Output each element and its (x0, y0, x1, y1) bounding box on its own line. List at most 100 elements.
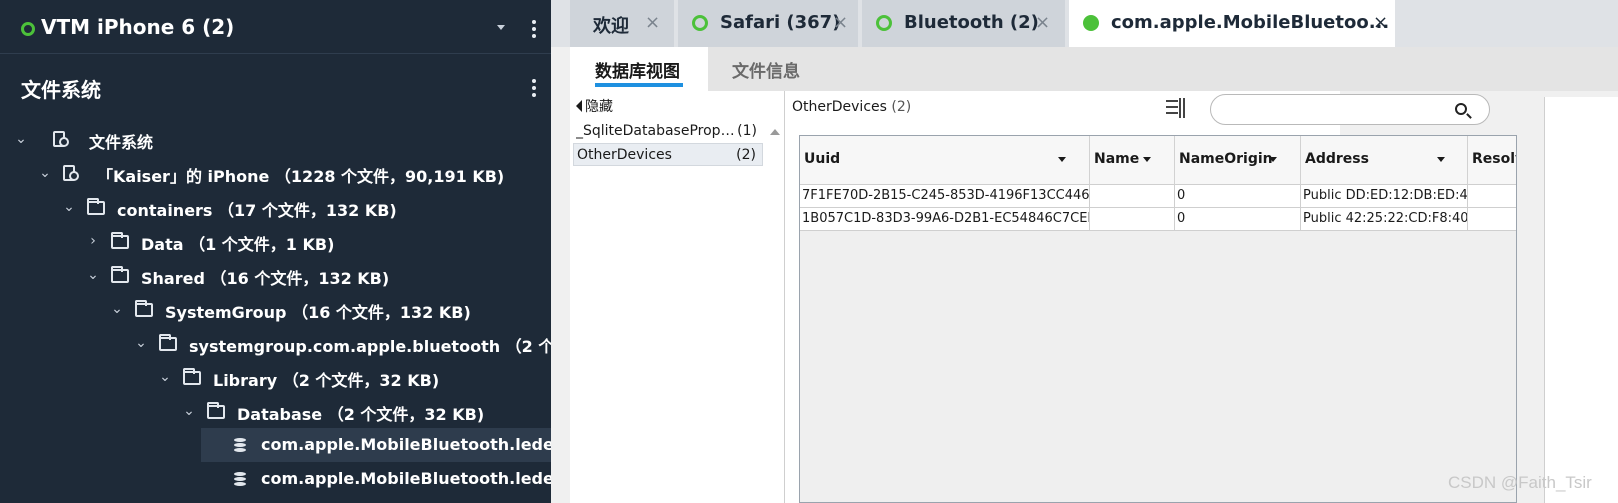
tree-label: systemgroup.com.apple.bluetooth （2 个文件 (189, 337, 551, 356)
tree-row-selected[interactable]: com.apple.MobileBluetooth.ledevic (201, 428, 551, 462)
chevron-down-icon[interactable]: ⌄ (37, 165, 53, 181)
tree-label: SystemGroup （16 个文件，132 KB) (165, 303, 471, 322)
tab-safari[interactable]: Safari (367) × (678, 0, 862, 47)
tree-row[interactable]: › Data （1 个文件，1 KB) (0, 224, 551, 258)
device-name: VTM iPhone 6 (2) (41, 15, 235, 39)
close-icon[interactable]: × (833, 12, 848, 33)
columns-icon[interactable] (1166, 98, 1188, 118)
folder-icon (159, 334, 177, 351)
search-input[interactable] (1225, 100, 1445, 120)
tree-row[interactable]: ⌄ 「Kaiser」的 iPhone （1228 个文件，90,191 KB) (0, 156, 551, 190)
subtab-database-view[interactable]: 数据库视图 (570, 47, 708, 91)
folder-icon (111, 232, 129, 249)
file-system-icon (53, 131, 69, 147)
chevron-down-icon[interactable]: ⌄ (109, 301, 125, 317)
scroll-up-icon[interactable] (770, 129, 780, 135)
cell-nameorigin[interactable]: 0 (1175, 208, 1301, 231)
view-subtabs: 数据库视图 文件信息 (570, 47, 1618, 91)
caret-left-icon (576, 100, 582, 112)
cell-resolv[interactable] (1468, 208, 1516, 231)
cell-name[interactable] (1090, 208, 1175, 231)
cell-name[interactable] (1090, 185, 1175, 208)
tab-label: 欢迎 (593, 16, 629, 37)
tab-mobilebluetooth-db[interactable]: com.apple.MobileBluetoo... × (1069, 0, 1399, 47)
chevron-down-icon[interactable]: ⌄ (13, 131, 29, 147)
tab-bluetooth[interactable]: Bluetooth (2) × (862, 0, 1069, 47)
chevron-down-icon[interactable]: ⌄ (133, 335, 149, 351)
chevron-down-icon[interactable]: ⌄ (157, 369, 173, 385)
tree-row[interactable]: ⌄ 文件系统 (0, 122, 551, 156)
folder-icon (207, 402, 225, 419)
close-icon[interactable]: × (645, 12, 660, 33)
tree-label: Data （1 个文件，1 KB) (141, 235, 335, 254)
cell-uuid[interactable]: 1B057C1D-83D3-99A6-D2B1-EC54846C7CEE (800, 208, 1090, 231)
database-viewer: 隐藏 _SqliteDatabaseProperties (1) OtherDe… (570, 91, 1517, 503)
cell-uuid[interactable]: 7F1FE70D-2B15-C245-853D-4196F13CC446 (800, 185, 1090, 208)
tree-label: Shared （16 个文件，132 KB) (141, 269, 390, 288)
folder-icon (111, 266, 129, 283)
tree-row[interactable]: com.apple.MobileBluetooth.ledevic (0, 462, 551, 496)
chevron-down-icon[interactable]: ⌄ (181, 403, 197, 419)
folder-icon (135, 300, 153, 317)
chevron-right-icon[interactable]: › (85, 233, 101, 249)
column-header-resolv[interactable]: Resolv (1468, 136, 1516, 185)
tree-row[interactable]: ⌄ SystemGroup （16 个文件，132 KB) (0, 292, 551, 326)
chevron-down-icon[interactable]: ⌄ (61, 199, 77, 215)
table-list-item[interactable]: _SqliteDatabaseProperties (1) (573, 120, 763, 143)
cell-address[interactable]: Public 42:25:22:CD:F8:40 (1301, 208, 1468, 231)
table-row[interactable]: 1B057C1D-83D3-99A6-D2B1-EC54846C7CEE 0 P… (800, 208, 1516, 231)
detail-pane (1544, 97, 1618, 503)
panel-menu-icon[interactable] (532, 79, 536, 97)
close-icon[interactable]: × (1035, 12, 1050, 33)
sort-dropdown-icon[interactable] (1058, 157, 1066, 162)
subtab-file-info[interactable]: 文件信息 (708, 47, 818, 91)
tab-welcome[interactable]: 欢迎 × (570, 0, 678, 47)
column-header-name[interactable]: Name (1090, 136, 1175, 185)
cell-resolv[interactable] (1468, 185, 1516, 208)
connected-status-icon (21, 22, 35, 36)
tree-row[interactable]: ⌄ Library （2 个文件，32 KB) (0, 360, 551, 394)
tree-label: Database （2 个文件，32 KB) (237, 405, 485, 424)
grid-header: Uuid Name NameOrigin Address Resolv (800, 136, 1516, 185)
tree-label: com.apple.MobileBluetooth.ledevic (261, 435, 551, 454)
tab-bar: 欢迎 × Safari (367) × Bluetooth (2) × com.… (551, 0, 1618, 47)
tree-row[interactable]: ⌄ containers （17 个文件，132 KB) (0, 190, 551, 224)
panel-title: 文件系统 (21, 78, 101, 102)
data-grid: Uuid Name NameOrigin Address Resolv (799, 135, 1517, 503)
chevron-down-icon[interactable]: ⌄ (85, 267, 101, 283)
tab-label: Safari (367) (720, 12, 841, 33)
tree-row[interactable]: ⌄ Shared （16 个文件，132 KB) (0, 258, 551, 292)
tree-label: com.apple.MobileBluetooth.ledevic (261, 469, 551, 488)
status-dot-icon (1083, 15, 1099, 31)
tree-row[interactable]: ⌄ systemgroup.com.apple.bluetooth （2 个文件 (0, 326, 551, 360)
column-header-address[interactable]: Address (1301, 136, 1468, 185)
device-header[interactable]: VTM iPhone 6 (2) (0, 0, 551, 54)
tree-label: 「Kaiser」的 iPhone （1228 个文件，90,191 KB) (97, 167, 505, 186)
hide-sidebar-toggle[interactable]: 隐藏 (576, 96, 613, 116)
sort-dropdown-icon[interactable] (1269, 157, 1277, 162)
splitter[interactable] (784, 91, 785, 503)
sort-dropdown-icon[interactable] (1437, 157, 1445, 162)
sort-dropdown-icon[interactable] (1143, 157, 1151, 162)
table-row[interactable]: 7F1FE70D-2B15-C245-853D-4196F13CC446 0 P… (800, 185, 1516, 208)
column-header-uuid[interactable]: Uuid (800, 136, 1090, 185)
table-list-item-selected[interactable]: OtherDevices (2) (573, 143, 763, 166)
status-ring-icon (876, 15, 892, 31)
device-menu-icon[interactable] (532, 20, 536, 38)
tree-row[interactable]: ⌄ Database （2 个文件，32 KB) (0, 394, 551, 428)
column-header-nameorigin[interactable]: NameOrigin (1175, 136, 1301, 185)
database-icon (234, 438, 246, 452)
tree-label: containers （17 个文件，132 KB) (117, 201, 397, 220)
cell-address[interactable]: Public DD:ED:12:DB:ED:41 (1301, 185, 1468, 208)
file-tree-panel: VTM iPhone 6 (2) 文件系统 ⌄ 文件系统 ⌄ 「Kaiser」的… (0, 0, 551, 503)
search-box[interactable] (1210, 94, 1490, 125)
cell-nameorigin[interactable]: 0 (1175, 185, 1301, 208)
tree-label: 文件系统 (89, 133, 154, 152)
status-ring-icon (692, 15, 708, 31)
tree-label: Library （2 个文件，32 KB) (213, 371, 440, 390)
folder-icon (87, 198, 105, 215)
close-icon[interactable]: × (1373, 12, 1388, 33)
device-dropdown-icon[interactable] (497, 25, 505, 30)
search-icon[interactable] (1455, 103, 1467, 115)
device-storage-icon (63, 165, 79, 181)
